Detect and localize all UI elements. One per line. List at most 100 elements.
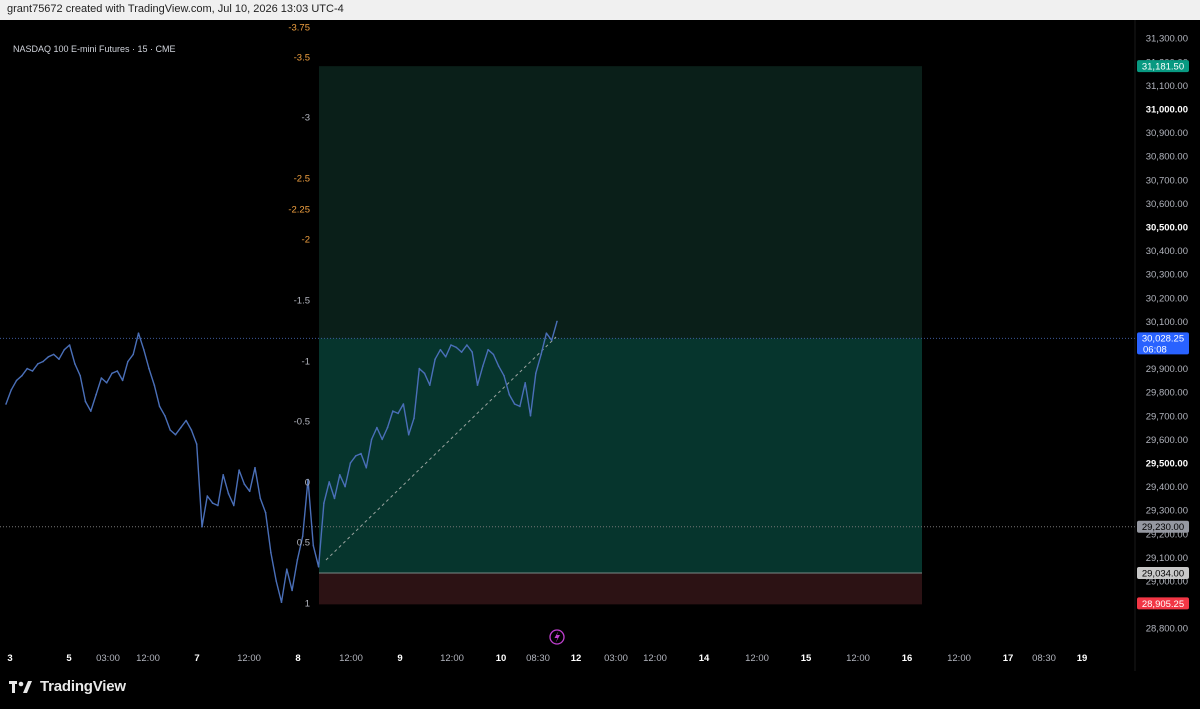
price-point <box>116 370 119 372</box>
price-point <box>508 393 511 396</box>
price-tick-label: 30,500.00 <box>1146 223 1188 234</box>
price-point <box>317 566 320 568</box>
price-point <box>323 502 325 504</box>
price-tick-label: 29,600.00 <box>1146 435 1188 446</box>
price-point <box>206 495 209 497</box>
fib-level-label: 0.5 <box>297 538 310 549</box>
price-tick-label: 31,100.00 <box>1146 81 1188 92</box>
price-point <box>370 438 373 441</box>
price-point <box>84 400 87 403</box>
price-tick-label: 30,800.00 <box>1146 152 1188 163</box>
price-point <box>63 348 66 351</box>
price-point <box>280 601 283 603</box>
time-tick-label: 17 <box>1003 653 1014 664</box>
price-point <box>105 382 108 384</box>
price-point <box>429 384 431 386</box>
price-point <box>233 504 235 507</box>
price-point <box>15 379 18 382</box>
time-tick-label: 14 <box>699 653 710 664</box>
time-tick-label: 7 <box>194 653 199 664</box>
price-point <box>545 332 548 335</box>
price-point <box>291 589 293 592</box>
price-point <box>90 410 92 412</box>
chart-area[interactable]: 31,300.0031,200.0031,100.0031,000.0030,9… <box>0 20 1200 671</box>
price-point <box>217 504 219 507</box>
footer: TradingView <box>0 671 1200 709</box>
price-tick-label: 30,300.00 <box>1146 270 1188 281</box>
price-point <box>487 348 489 351</box>
time-tick-label: 12:00 <box>440 653 464 664</box>
time-tick-label: 19 <box>1077 653 1088 664</box>
target-zone-lower <box>319 338 922 573</box>
fib-level-label: -2.5 <box>294 174 310 185</box>
price-point <box>79 374 81 377</box>
price-point <box>413 417 415 420</box>
attribution-text: grant75672 created with TradingView.com,… <box>7 3 344 15</box>
current-price-badge: 30,028.25 <box>1142 333 1184 344</box>
price-point <box>550 339 553 342</box>
price-point <box>26 367 29 370</box>
fib-level-label: -0.5 <box>294 417 310 428</box>
price-point <box>174 433 177 436</box>
price-point <box>524 382 526 384</box>
fib-level-label: -1 <box>302 357 310 368</box>
price-tick-label: 30,700.00 <box>1146 175 1188 186</box>
time-tick-label: 12:00 <box>237 653 261 664</box>
target-zone-upper <box>319 66 922 339</box>
stop-zone <box>319 572 922 605</box>
price-point <box>164 415 166 417</box>
price-tick-label: 29,700.00 <box>1146 411 1188 422</box>
price-point <box>444 356 447 358</box>
price-point <box>535 372 537 375</box>
time-tick-label: 5 <box>66 653 72 664</box>
price-tick-label: 29,400.00 <box>1146 482 1188 493</box>
time-tick-label: 8 <box>295 653 300 664</box>
attribution-bar: grant75672 created with TradingView.com,… <box>0 0 1200 20</box>
price-point <box>466 344 468 346</box>
stop-badge: 28,905.25 <box>1142 599 1184 610</box>
price-point <box>381 438 384 441</box>
price-tick-label: 30,200.00 <box>1146 293 1188 304</box>
price-point <box>222 474 224 476</box>
time-tick-label: 15 <box>801 653 812 664</box>
price-point <box>503 374 505 377</box>
price-point <box>111 372 113 375</box>
price-point <box>169 429 171 431</box>
price-point <box>158 405 161 408</box>
time-tick-label: 3 <box>7 653 12 664</box>
price-point <box>397 412 399 415</box>
price-tick-label: 30,100.00 <box>1146 317 1188 328</box>
price-point <box>423 372 426 375</box>
price-point <box>195 443 198 445</box>
price-tick-label: 29,800.00 <box>1146 388 1188 399</box>
price-point <box>492 353 495 356</box>
brand[interactable]: TradingView <box>9 678 126 695</box>
level-badge: 29,034.00 <box>1142 568 1184 579</box>
price-point <box>455 346 458 349</box>
price-point <box>434 358 436 361</box>
time-tick-label: 9 <box>397 653 402 664</box>
price-point <box>471 351 474 353</box>
price-point <box>328 481 331 483</box>
price-tick-label: 31,300.00 <box>1146 34 1188 45</box>
price-point <box>190 429 193 431</box>
price-chart[interactable]: 31,300.0031,200.0031,100.0031,000.0030,9… <box>0 20 1200 671</box>
price-point <box>42 360 44 363</box>
price-point <box>238 469 240 471</box>
price-point <box>254 466 256 469</box>
price-point <box>259 497 262 500</box>
price-point <box>450 344 452 346</box>
time-tick-label: 12:00 <box>643 653 667 664</box>
price-point <box>153 384 156 386</box>
price-point <box>248 490 251 493</box>
entry-badge: 29,230.00 <box>1142 522 1184 533</box>
price-point <box>460 351 463 353</box>
time-tick-label: 12:00 <box>947 653 971 664</box>
price-point <box>392 410 394 412</box>
time-tick-label: 12:00 <box>846 653 870 664</box>
price-point <box>21 374 23 377</box>
time-tick-label: 16 <box>902 653 913 664</box>
fib-level-label: 0 <box>305 478 310 489</box>
price-point <box>365 466 368 469</box>
time-tick-label: 12 <box>571 653 582 664</box>
